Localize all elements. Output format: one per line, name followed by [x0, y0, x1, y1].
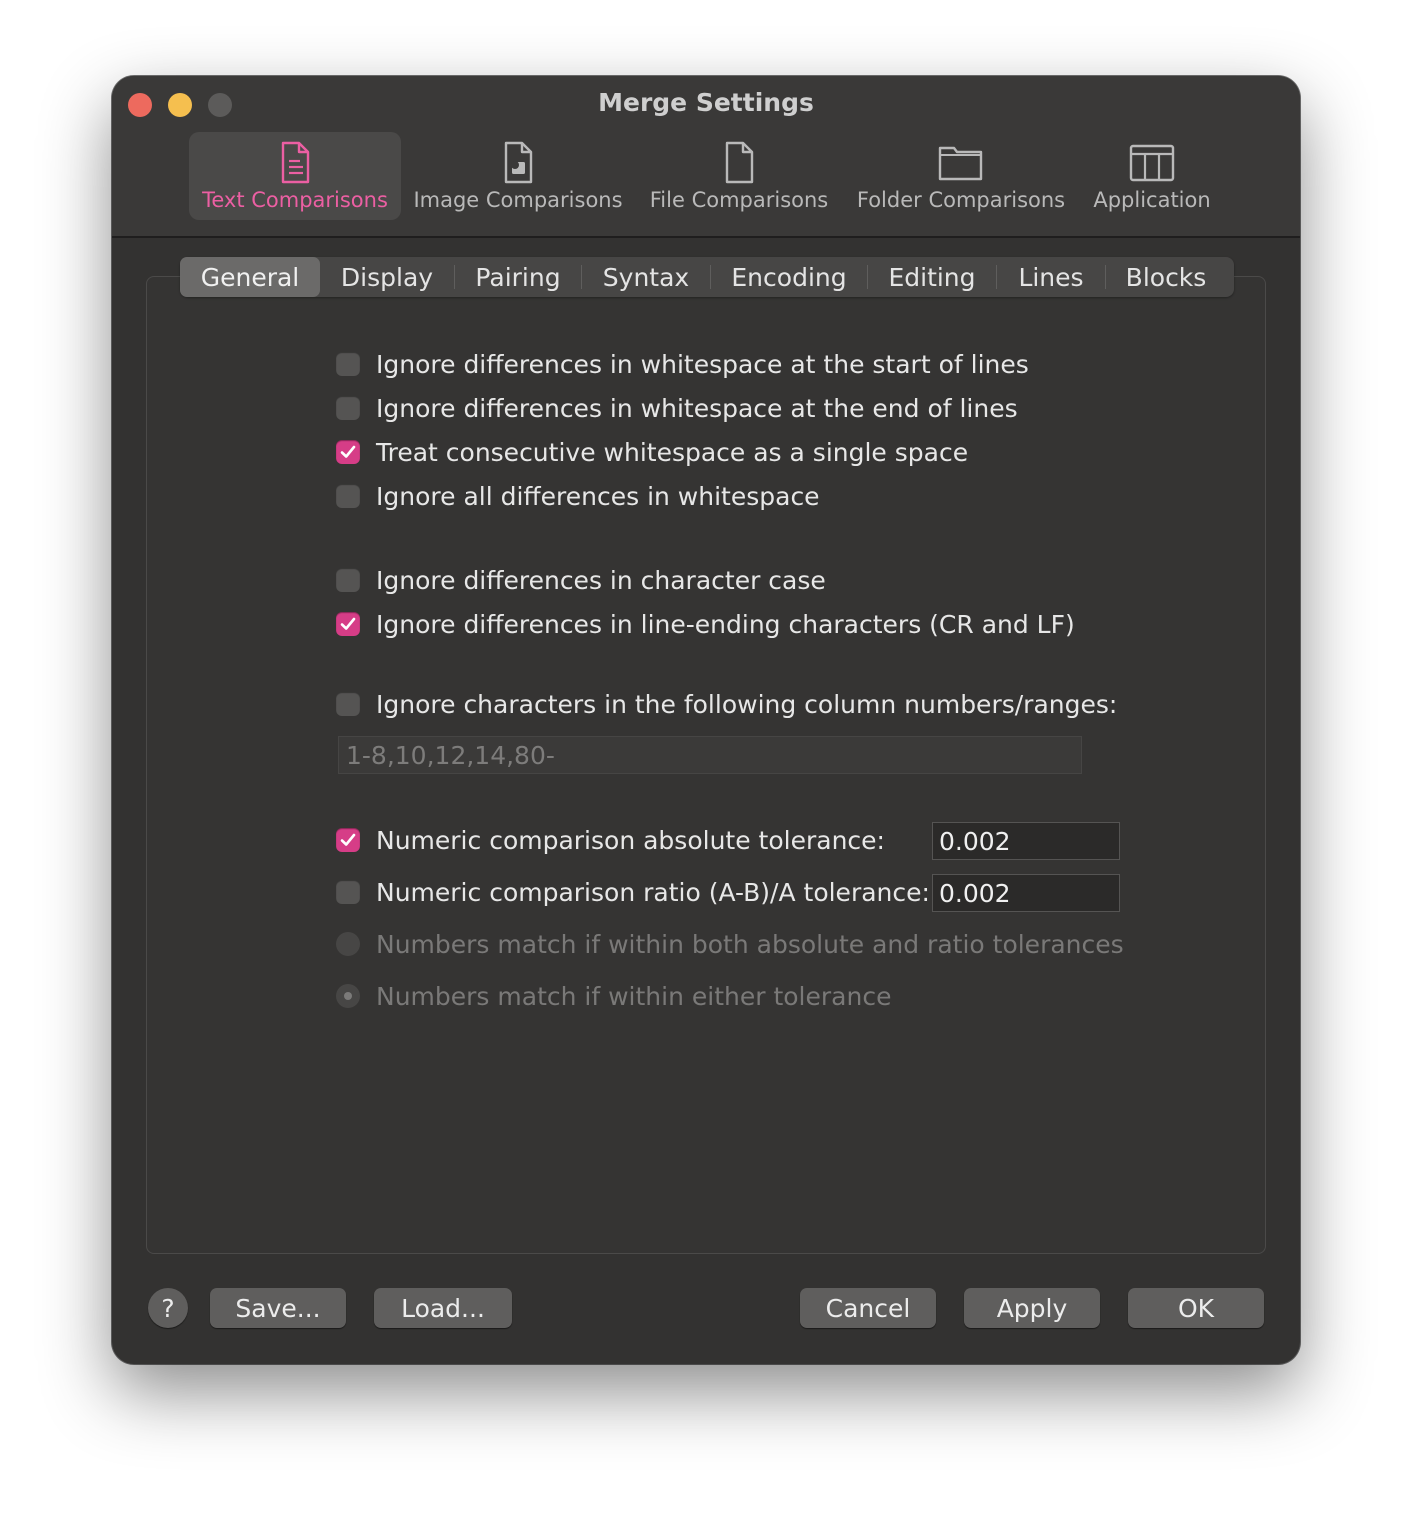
- titlebar: Merge Settings Text Comparisons Image Co…: [112, 76, 1300, 238]
- text-document-icon: [281, 141, 310, 184]
- image-document-icon: [504, 141, 533, 184]
- column-ranges-field[interactable]: 1-8,10,12,14,80-: [338, 736, 1082, 774]
- save-button[interactable]: Save...: [210, 1288, 346, 1328]
- option-ignore-ws-end[interactable]: Ignore differences in whitespace at the …: [336, 390, 1018, 426]
- abs-tolerance-input[interactable]: 0.002: [932, 822, 1120, 860]
- option-label: Ignore differences in whitespace at the …: [376, 349, 1029, 379]
- checkbox[interactable]: [336, 568, 360, 592]
- option-label: Ignore differences in character case: [376, 565, 826, 595]
- subtab-pairing[interactable]: Pairing: [455, 257, 581, 297]
- checkbox[interactable]: [336, 828, 360, 852]
- load-button[interactable]: Load...: [374, 1288, 512, 1328]
- option-match-either[interactable]: Numbers match if within either tolerance: [336, 978, 891, 1014]
- tab-application[interactable]: Application: [1080, 132, 1224, 220]
- subtab-blocks[interactable]: Blocks: [1106, 257, 1226, 297]
- tab-file-comparisons[interactable]: File Comparisons: [635, 132, 843, 220]
- subtab-general[interactable]: General: [180, 257, 320, 297]
- checkmark-icon: [340, 617, 356, 630]
- help-button[interactable]: ?: [148, 1288, 188, 1328]
- merge-settings-window: Merge Settings Text Comparisons Image Co…: [112, 76, 1300, 1364]
- option-label: Numbers match if within both absolute an…: [376, 929, 1124, 959]
- option-ignore-columns[interactable]: Ignore characters in the following colum…: [336, 686, 1117, 722]
- checkmark-icon: [340, 833, 356, 846]
- ok-button[interactable]: OK: [1128, 1288, 1264, 1328]
- option-ignore-case[interactable]: Ignore differences in character case: [336, 562, 826, 598]
- tab-label: Text Comparisons: [202, 188, 388, 212]
- option-label: Treat consecutive whitespace as a single…: [376, 437, 969, 467]
- tab-image-comparisons[interactable]: Image Comparisons: [411, 132, 625, 220]
- option-ignore-line-endings[interactable]: Ignore differences in line-ending charac…: [336, 606, 1075, 642]
- tab-label: Image Comparisons: [413, 188, 623, 212]
- option-label: Numbers match if within either tolerance: [376, 981, 892, 1011]
- folder-icon: [938, 146, 983, 181]
- subtab-display[interactable]: Display: [320, 257, 454, 297]
- option-ignore-all-ws[interactable]: Ignore all differences in whitespace: [336, 478, 820, 514]
- checkbox[interactable]: [336, 692, 360, 716]
- radio-button[interactable]: [336, 984, 360, 1008]
- window-title: Merge Settings: [598, 88, 814, 117]
- cancel-button[interactable]: Cancel: [800, 1288, 936, 1328]
- checkmark-icon: [340, 445, 356, 458]
- radio-dot: [344, 992, 352, 1000]
- option-consecutive-ws[interactable]: Treat consecutive whitespace as a single…: [336, 434, 968, 470]
- option-abs-tolerance[interactable]: Numeric comparison absolute tolerance:: [336, 822, 885, 858]
- option-label: Ignore all differences in whitespace: [376, 481, 820, 511]
- ratio-tolerance-input[interactable]: 0.002: [932, 874, 1120, 912]
- table-icon: [1129, 144, 1175, 182]
- checkbox[interactable]: [336, 440, 360, 464]
- checkbox[interactable]: [336, 352, 360, 376]
- option-label: Numeric comparison absolute tolerance:: [376, 825, 885, 855]
- option-label: Ignore characters in the following colum…: [376, 689, 1118, 719]
- option-ignore-ws-start[interactable]: Ignore differences in whitespace at the …: [336, 346, 1029, 382]
- tab-label: File Comparisons: [649, 188, 829, 212]
- checkbox[interactable]: [336, 612, 360, 636]
- option-ratio-tolerance[interactable]: Numeric comparison ratio (A-B)/A toleran…: [336, 874, 930, 910]
- tab-text-comparisons[interactable]: Text Comparisons: [189, 132, 401, 220]
- subtab-lines[interactable]: Lines: [997, 257, 1105, 297]
- option-match-both[interactable]: Numbers match if within both absolute an…: [336, 926, 1124, 962]
- file-icon: [725, 141, 754, 184]
- checkbox[interactable]: [336, 396, 360, 420]
- tab-label: Folder Comparisons: [856, 188, 1066, 212]
- subtab-editing[interactable]: Editing: [868, 257, 996, 297]
- subtab-syntax[interactable]: Syntax: [582, 257, 710, 297]
- tab-label: Application: [1093, 188, 1211, 212]
- radio-button[interactable]: [336, 932, 360, 956]
- checkbox[interactable]: [336, 880, 360, 904]
- checkbox[interactable]: [336, 484, 360, 508]
- tab-folder-comparisons[interactable]: Folder Comparisons: [849, 132, 1073, 220]
- subtab-bar: General Display Pairing Syntax Encoding …: [180, 257, 1234, 297]
- apply-button[interactable]: Apply: [964, 1288, 1100, 1328]
- option-label: Ignore differences in whitespace at the …: [376, 393, 1018, 423]
- subtab-encoding[interactable]: Encoding: [711, 257, 867, 297]
- option-label: Numeric comparison ratio (A-B)/A toleran…: [376, 877, 930, 907]
- option-label: Ignore differences in line-ending charac…: [376, 609, 1075, 639]
